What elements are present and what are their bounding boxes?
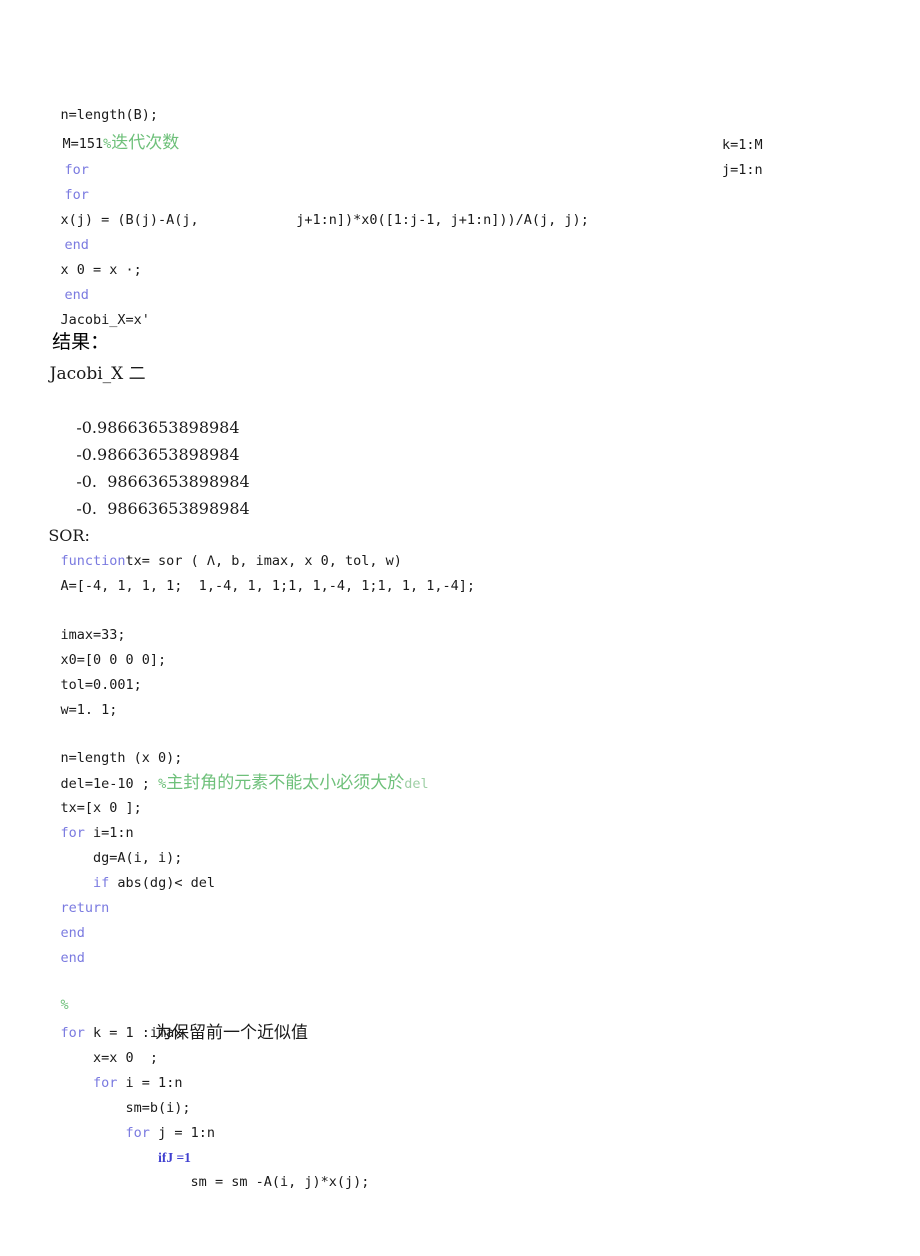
code-line-imax: imax=33;	[0, 598, 920, 643]
code-line-end-outer: end	[0, 258, 920, 303]
code-line-for-k-imax: for k = 1 :imax	[0, 996, 920, 1041]
code-line-sm-accumulate: sm = sm -A(i, j)*x(j);	[0, 1145, 920, 1190]
results-heading: 结果：	[0, 305, 920, 353]
results-subheading: Jacobi_X 二	[0, 337, 920, 384]
code-text: sm = sm -A(i, j)*x(j);	[60, 1174, 370, 1190]
code-line-dg: dg=A(i, i);	[0, 821, 920, 866]
keyword-end: end	[60, 950, 85, 966]
code-line-comment-marker: %	[0, 968, 920, 1013]
code-line-end-if: end	[0, 896, 920, 941]
result-value-row: -0.98663653898984	[0, 390, 920, 437]
code-line-x0-init: x0=[0 0 0 0];	[0, 623, 920, 668]
code-line-for-j-inner: for j = 1:n	[0, 1096, 920, 1141]
results-subheading-text: Jacobi_X 二	[49, 364, 146, 384]
code-line-return: return	[0, 871, 920, 916]
document-page: n=length(B); M=151%迭代次数 for k=1:M for j=…	[0, 0, 920, 1256]
code-line-for-k-range: k=1:M	[722, 137, 763, 153]
code-line-x-assign: x=x 0 ;	[0, 1021, 920, 1066]
sor-section-label: SOR:	[0, 498, 920, 545]
code-line-xj-update: x(j) = (B(j)-A(j, j+1:n])*x0([1:j-1, j+1…	[0, 183, 920, 228]
code-line-for-i: for i=1:n	[0, 796, 920, 841]
code-text: A=[-4, 1, 1, 1; 1,-4, 1, 1;1, 1,-4, 1;1,…	[60, 578, 476, 594]
code-line-if-abs-dg: if abs(dg)< del	[0, 846, 920, 891]
code-line-del: del=1e-10 ; %主封角的元素不能太小必须大於del	[0, 746, 920, 793]
result-value-row: -0.98663653898984	[0, 417, 920, 464]
code-line-for-k: for	[0, 133, 920, 178]
code-line-function-sor: functiontx= sor ( Λ, b, imax, x 0, tol, …	[0, 524, 920, 569]
code-line-tx-init: tx=[x 0 ];	[0, 771, 920, 816]
code-line-m-iterations: M=151%迭代次数	[0, 106, 920, 153]
result-value-row: -0. 98663653898984	[0, 444, 920, 491]
code-line-x0-assign: x 0 = x ·;	[0, 233, 920, 278]
code-line-end-for: end	[0, 921, 920, 966]
code-text: w=1. 1;	[60, 702, 118, 718]
code-line-for-j-range: j=1:n	[722, 162, 763, 178]
code-line-matrix-a: A=[-4, 1, 1, 1; 1,-4, 1, 1;1, 1,-4, 1;1,…	[0, 549, 920, 594]
code-line-for-i-inner: for i = 1:n	[0, 1046, 920, 1091]
comment-chinese-keep-previous: 为保留前一个近似值	[155, 1023, 308, 1043]
code-line-sm-init: sm=b(i);	[0, 1071, 920, 1116]
code-line-for-j: for	[0, 158, 920, 203]
code-line-n-length-x0: n=length (x 0);	[0, 721, 920, 766]
code-line-n-length: n=length(B);	[0, 78, 920, 123]
code-line-w: w=1. 1;	[0, 673, 920, 718]
code-line-if-j-eq-1: ifJ =1	[0, 1120, 920, 1165]
code-line-tol: tol=0.001;	[0, 648, 920, 693]
code-line-end-inner: end	[0, 208, 920, 253]
result-value-row: -0. 98663653898984	[0, 471, 920, 518]
